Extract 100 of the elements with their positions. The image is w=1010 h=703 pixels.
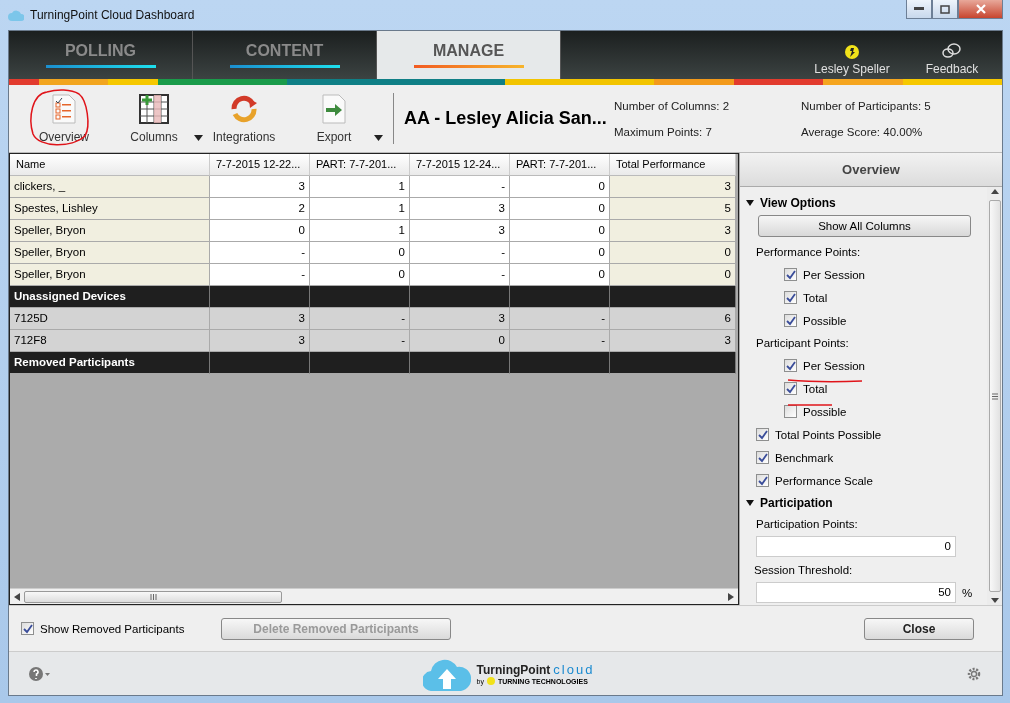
close-button[interactable] <box>958 0 1003 19</box>
scroll-left-icon[interactable] <box>14 592 20 601</box>
field-label: Participant Points: <box>756 336 850 351</box>
table-cell: Spestes, Lishley <box>10 198 210 220</box>
table-cell: - <box>310 330 410 352</box>
column-header[interactable]: Name <box>10 154 210 176</box>
maximize-button[interactable] <box>932 0 958 19</box>
table-cell: - <box>410 264 510 286</box>
table-cell: 0 <box>610 242 736 264</box>
field-label: Performance Points: <box>756 245 862 260</box>
column-header[interactable]: 7-7-2015 12-24... <box>410 154 510 176</box>
input-field[interactable]: 0 <box>756 536 956 557</box>
window-title: TurningPoint Cloud Dashboard <box>30 8 195 22</box>
section-heading[interactable]: Participation <box>746 492 987 513</box>
table-cell: Speller, Bryon <box>10 264 210 286</box>
stat-text: Number of Columns: 2 <box>614 99 731 112</box>
table-cell: 0 <box>410 330 510 352</box>
table-cell: - <box>510 308 610 330</box>
checkbox-label: Total <box>803 382 828 395</box>
logo-mark-icon <box>487 677 495 685</box>
input-field[interactable]: 50 <box>756 582 956 603</box>
minimize-button[interactable] <box>906 0 932 19</box>
table-cell: Speller, Bryon <box>10 242 210 264</box>
column-header[interactable]: 7-7-2015 12-22... <box>210 154 310 176</box>
grip-icon <box>991 392 998 400</box>
checkbox[interactable] <box>784 359 797 372</box>
triangle-icon <box>746 498 754 507</box>
toolbar-button[interactable]: Columns <box>109 85 199 152</box>
checkbox[interactable] <box>784 314 797 327</box>
speech-bubbles-icon <box>942 43 962 59</box>
table-cell: 0 <box>510 176 610 198</box>
table-cell: 0 <box>310 264 410 286</box>
table-cell: - <box>210 264 310 286</box>
table-cell: 1 <box>310 176 410 198</box>
user-menu[interactable]: Lesley Speller <box>802 31 902 79</box>
table-cell: - <box>210 242 310 264</box>
checkbox-label: Benchmark <box>775 451 834 464</box>
section-heading[interactable]: View Options <box>746 192 987 213</box>
checkbox-label: Total Points Possible <box>775 428 882 441</box>
checkbox[interactable] <box>756 428 769 441</box>
checkbox[interactable] <box>784 291 797 304</box>
checkbox[interactable] <box>784 268 797 281</box>
table-cell: 3 <box>210 330 310 352</box>
hand-drawn-underline <box>787 402 833 407</box>
checkbox-label: Total <box>803 291 828 304</box>
table-cell: 0 <box>610 264 736 286</box>
column-header[interactable]: Total Performance <box>610 154 736 176</box>
table-cell: 712F8 <box>10 330 210 352</box>
table-cell: 3 <box>610 176 736 198</box>
column-header[interactable]: PART: 7-7-201... <box>310 154 410 176</box>
table-cell: 0 <box>510 198 610 220</box>
checkbox[interactable] <box>756 451 769 464</box>
table-cell: 3 <box>610 330 736 352</box>
checkbox[interactable] <box>784 382 797 395</box>
scrollbar-thumb[interactable] <box>24 590 282 603</box>
export-icon <box>321 93 347 124</box>
table-cell: 3 <box>410 198 510 220</box>
toolbar-button[interactable]: Export <box>289 85 379 152</box>
section-header: Unassigned Devices <box>10 286 210 308</box>
table-cell: - <box>410 242 510 264</box>
scrollbar-thumb[interactable] <box>988 200 1001 592</box>
scroll-up-icon[interactable] <box>990 189 999 194</box>
section-header: Removed Participants <box>10 352 210 374</box>
grip-icon <box>149 593 157 600</box>
table-cell: 3 <box>410 308 510 330</box>
column-header[interactable]: PART: 7-7-201... <box>510 154 610 176</box>
table-cell: 1 <box>310 220 410 242</box>
toolbar-button[interactable]: Integrations <box>199 85 289 152</box>
checkbox-label: Possible <box>803 314 847 327</box>
checkbox-label: Possible <box>803 405 847 418</box>
close-dialog-button[interactable]: Close <box>864 617 974 640</box>
refresh-icon <box>229 93 259 124</box>
checkbox-label: Per Session <box>803 268 865 281</box>
checkbox-label: Performance Scale <box>775 474 873 487</box>
maximize-icon <box>940 4 950 14</box>
field-label: Session Threshold: <box>754 563 854 578</box>
checklist-icon <box>51 93 77 124</box>
scroll-right-icon[interactable] <box>728 592 734 601</box>
settings-icon[interactable] <box>966 665 982 682</box>
help-icon[interactable] <box>29 666 51 681</box>
course-title: AA - Lesley Alicia San... <box>404 108 608 129</box>
table-cell: 7125D <box>10 308 210 330</box>
caret-icon[interactable] <box>374 135 383 141</box>
show-all-button[interactable]: Show All Columns <box>758 215 971 237</box>
table-cell: 1 <box>310 198 410 220</box>
nav-tab[interactable]: MANAGE <box>377 31 561 79</box>
table-cell: 6 <box>610 308 736 330</box>
caret-icon[interactable] <box>194 135 203 141</box>
checkbox-label: Per Session <box>803 359 865 372</box>
table-cell: 3 <box>610 220 736 242</box>
checkbox[interactable] <box>21 622 34 635</box>
table-cell: 3 <box>210 176 310 198</box>
table-cell: 3 <box>210 308 310 330</box>
feedback-button[interactable]: Feedback <box>902 31 1002 79</box>
table-cell: clickers, _ <box>10 176 210 198</box>
scroll-down-icon[interactable] <box>990 598 999 603</box>
checkbox[interactable] <box>756 474 769 487</box>
table-cell: - <box>510 330 610 352</box>
table-cell: - <box>310 308 410 330</box>
checkbox-label: Show Removed Participants <box>40 622 185 635</box>
